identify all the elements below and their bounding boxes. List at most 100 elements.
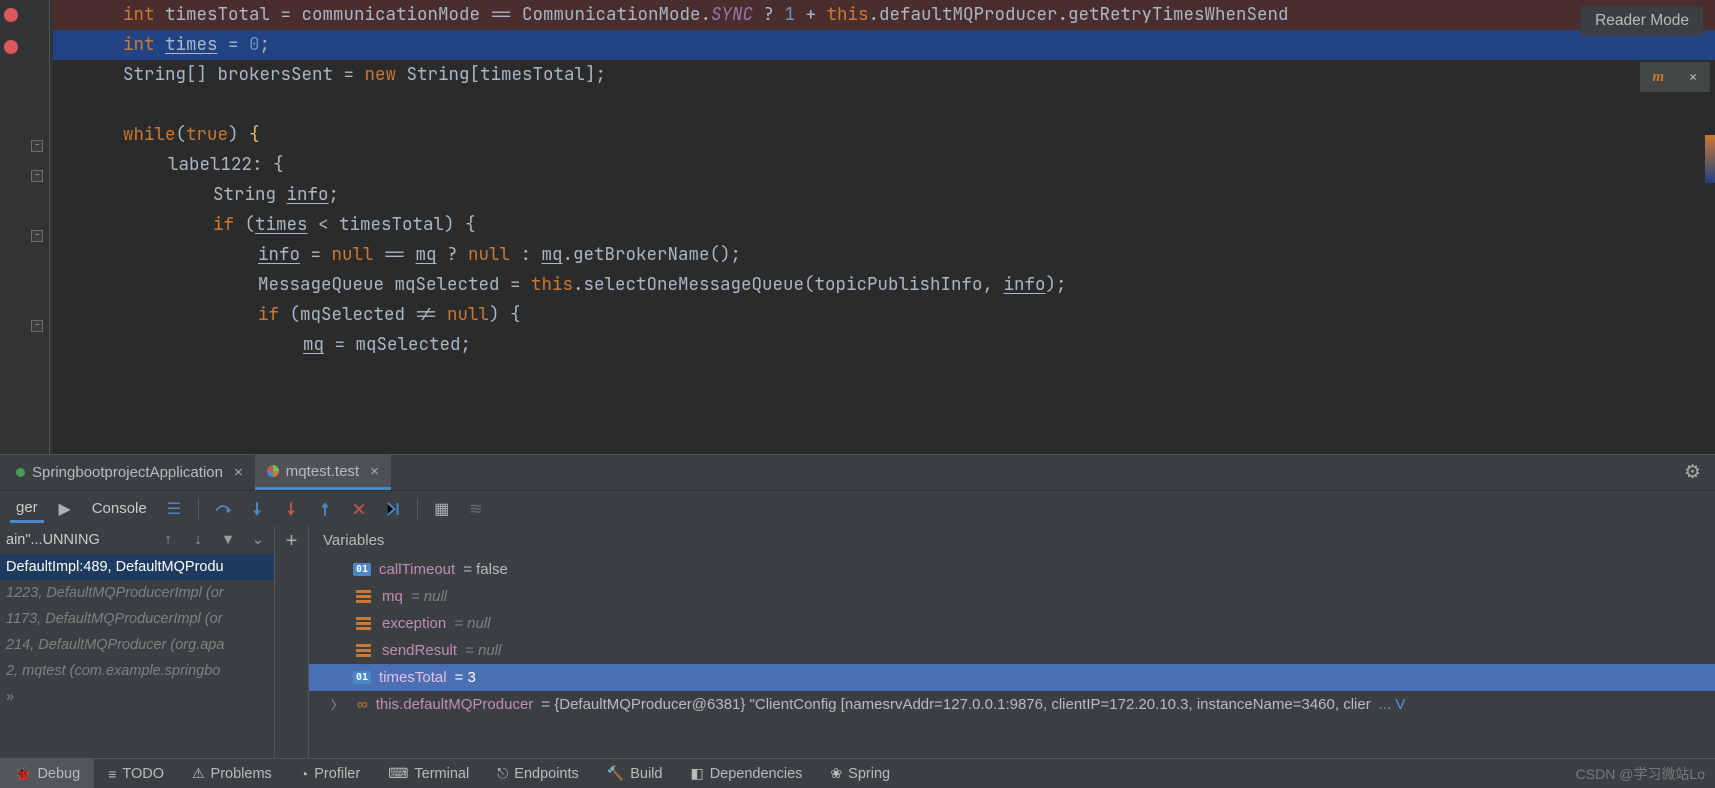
bottom-tab-profiler[interactable]: ◔Profiler: [286, 759, 374, 788]
bottom-tab-problems[interactable]: ⚠Problems: [178, 759, 286, 788]
tab-console[interactable]: Console: [86, 496, 153, 521]
code-text: SYNC: [711, 3, 753, 26]
maven-widget[interactable]: m ×: [1640, 62, 1710, 92]
int-badge-icon: 01: [353, 563, 371, 576]
terminal-icon: ⌨: [388, 765, 408, 782]
run-tab-springboot[interactable]: SpringbootprojectApplication ×: [4, 455, 255, 490]
fold-icon[interactable]: [31, 170, 43, 182]
frames-thread-label[interactable]: ain"...UNNING: [6, 532, 148, 548]
run-tab-mqtest[interactable]: mqtest.test ×: [255, 455, 391, 490]
close-icon[interactable]: ×: [230, 464, 243, 481]
variable-value: = null: [454, 615, 490, 632]
force-step-into-icon[interactable]: [278, 496, 304, 522]
filter-icon[interactable]: ▼: [218, 532, 238, 548]
stack-frame[interactable]: 1223, DefaultMQProducerImpl (or: [0, 580, 274, 606]
code-text: .getBrokerName();: [563, 243, 742, 266]
variable-value: = false: [463, 561, 508, 578]
code-text: String[] brokersSent =: [123, 63, 365, 86]
code-text: info: [258, 243, 300, 266]
tab-debugger[interactable]: ger: [10, 495, 44, 523]
mid-column: +: [275, 526, 309, 758]
code-text: ;: [329, 183, 340, 206]
close-icon[interactable]: ×: [1689, 67, 1698, 87]
code-text: info: [1004, 273, 1046, 296]
variable-row[interactable]: 〉∞this.defaultMQProducer = {DefaultMQPro…: [309, 691, 1715, 718]
breakpoint-icon[interactable]: [4, 40, 18, 54]
chevron-right-icon[interactable]: 〉: [331, 696, 343, 713]
variable-row[interactable]: 01 callTimeout = false: [309, 556, 1715, 583]
code-text: true: [186, 123, 228, 146]
code-text: timesTotal = communicationMode == Commun…: [155, 3, 712, 26]
close-icon[interactable]: ×: [366, 463, 379, 480]
add-icon[interactable]: +: [275, 526, 308, 553]
scrollbar-marker[interactable]: [1705, 135, 1715, 183]
evaluate-expression-icon[interactable]: ▦: [429, 496, 455, 522]
stack-frame[interactable]: DefaultImpl:489, DefaultMQProdu: [0, 554, 274, 580]
bottom-tab-todo[interactable]: ≡TODO: [94, 759, 178, 788]
code-text: = mqSelected;: [324, 333, 471, 356]
fold-icon[interactable]: [31, 230, 43, 242]
int-badge-icon: 01: [353, 671, 371, 684]
code-editor[interactable]: int timesTotal = communicationMode == Co…: [53, 0, 1715, 454]
step-over-icon[interactable]: [210, 496, 236, 522]
code-text: .selectOneMessageQueue(topicPublishInfo,: [573, 273, 1004, 296]
fold-icon[interactable]: [31, 140, 43, 152]
arrow-down-icon[interactable]: ↓: [188, 532, 208, 548]
code-text: this: [827, 3, 869, 26]
code-text: new: [365, 63, 397, 86]
bottom-tab-label: Build: [630, 766, 662, 782]
fold-icon[interactable]: [31, 320, 43, 332]
arrow-up-icon[interactable]: ↑: [158, 532, 178, 548]
fold-column: [28, 0, 50, 454]
variable-row[interactable]: exception = null: [309, 610, 1715, 637]
code-text: mq: [416, 243, 437, 266]
bottom-tab-terminal[interactable]: ⌨Terminal: [374, 759, 483, 788]
bottom-tab-endpoints[interactable]: ⎋Endpoints: [483, 759, 593, 788]
bottom-tab-build[interactable]: 🔨 Build: [593, 759, 677, 788]
code-text: ?: [437, 243, 469, 266]
run-tab-label: SpringbootprojectApplication: [32, 464, 223, 481]
code-text: (: [234, 213, 255, 236]
drop-frame-icon[interactable]: [346, 496, 372, 522]
build-icon: 🔨: [607, 765, 624, 782]
code-text: String: [213, 183, 287, 206]
endpoints-icon: ⎋: [497, 765, 508, 782]
code-text: null: [332, 243, 374, 266]
code-text: 1: [785, 3, 796, 26]
code-text: .defaultMQProducer.getRetryTimesWhenSend: [869, 3, 1289, 26]
stack-frame[interactable]: 2, mqtest (com.example.springbo: [0, 658, 274, 684]
breakpoint-icon[interactable]: [4, 8, 18, 22]
step-into-icon[interactable]: [244, 496, 270, 522]
stack-frame[interactable]: 1173, DefaultMQProducerImpl (or: [0, 606, 274, 632]
layout-icon[interactable]: ☰: [161, 496, 187, 522]
code-text: null: [468, 243, 510, 266]
variable-value: = null: [411, 588, 447, 605]
bottom-tab-label: Profiler: [314, 766, 360, 782]
code-text: label122: {: [168, 153, 284, 176]
bottom-tab-debug[interactable]: 🐞Debug: [0, 759, 94, 788]
variable-name: callTimeout: [379, 561, 455, 578]
problems-icon: ⚠: [192, 765, 205, 782]
reader-mode-button[interactable]: Reader Mode: [1581, 6, 1703, 36]
code-text: (: [176, 123, 187, 146]
more-frames-icon[interactable]: »: [0, 684, 274, 710]
step-out-icon[interactable]: [312, 496, 338, 522]
variables-panel: Variables 01callTimeout = falsemq = null…: [309, 526, 1715, 758]
code-text: 0: [249, 33, 260, 56]
code-text: MessageQueue mqSelected =: [258, 273, 531, 296]
spring-icon: [16, 468, 25, 477]
bottom-tab-dependencies[interactable]: ◧Dependencies: [676, 759, 816, 788]
bottom-tab-spring[interactable]: ❀Spring: [816, 759, 904, 788]
run-to-cursor-icon[interactable]: [380, 496, 406, 522]
gear-icon[interactable]: ⚙: [1684, 461, 1701, 484]
chevron-down-icon[interactable]: ⌄: [248, 532, 268, 548]
stack-frame[interactable]: 214, DefaultMQProducer (org.apa: [0, 632, 274, 658]
variable-row[interactable]: sendResult = null: [309, 637, 1715, 664]
variable-row[interactable]: mq = null: [309, 583, 1715, 610]
code-text: );: [1046, 273, 1067, 296]
variable-name: exception: [382, 615, 446, 632]
variable-value: = {DefaultMQProducer@6381} "ClientConfig…: [541, 696, 1370, 713]
maven-icon: m: [1652, 69, 1664, 86]
variable-row[interactable]: 01timesTotal = 3: [309, 664, 1715, 691]
bottom-toolbar: 🐞Debug≡TODO⚠Problems◔Profiler⌨Terminal⎋E…: [0, 758, 1715, 788]
